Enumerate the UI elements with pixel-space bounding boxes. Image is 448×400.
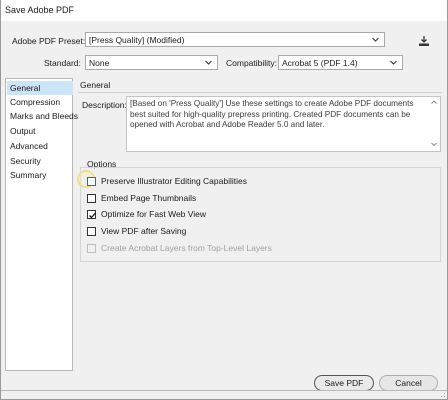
preset-dropdown[interactable]: [Press Quality] (Modified) — [85, 32, 385, 47]
bottom-divider — [0, 390, 448, 391]
section-heading: General — [80, 80, 111, 90]
option-label: Embed Page Thumbnails — [101, 193, 197, 203]
save-pdf-button[interactable]: Save PDF — [314, 375, 374, 391]
preserve-editing-checkbox[interactable] — [87, 177, 96, 186]
resize-grip-icon[interactable] — [438, 390, 446, 398]
option-label: Preserve Illustrator Editing Capabilitie… — [101, 176, 247, 186]
title-bar: Save Adobe PDF — [0, 0, 448, 21]
sidebar-item-security[interactable]: Security — [7, 154, 73, 168]
chevron-down-icon — [372, 36, 379, 43]
option-label: Optimize for Fast Web View — [101, 209, 207, 219]
create-layers-checkbox — [87, 244, 96, 253]
sidebar-item-label: Advanced — [10, 141, 48, 151]
sidebar-item-label: Compression — [10, 97, 61, 107]
chevron-down-icon — [390, 59, 397, 66]
chevron-down-icon — [205, 59, 212, 66]
cancel-button[interactable]: Cancel — [379, 375, 438, 391]
window-title: Save Adobe PDF — [5, 5, 75, 15]
sidebar-item-marks-and-bleeds[interactable]: Marks and Bleeds — [7, 109, 78, 123]
view-after-saving-checkbox[interactable] — [87, 227, 96, 236]
category-sidebar: General Compression Marks and Bleeds Out… — [5, 78, 78, 371]
compatibility-dropdown[interactable]: Acrobat 5 (PDF 1.4) — [278, 55, 403, 70]
embed-thumbnails-checkbox[interactable] — [87, 194, 96, 203]
sidebar-item-general[interactable]: General — [7, 81, 73, 95]
option-label: Create Acrobat Layers from Top-Level Lay… — [101, 243, 272, 253]
preset-value: [Press Quality] (Modified) — [89, 35, 185, 45]
sidebar-item-advanced[interactable]: Advanced — [7, 139, 73, 153]
sidebar-item-label: Marks and Bleeds — [10, 111, 79, 121]
compatibility-label: Compatibility: — [226, 58, 278, 68]
compatibility-value: Acrobat 5 (PDF 1.4) — [282, 58, 358, 68]
sidebar-item-summary[interactable]: Summary — [7, 168, 73, 182]
standard-value: None — [89, 58, 110, 68]
sidebar-item-compression[interactable]: Compression — [7, 95, 73, 109]
description-textarea[interactable]: [Based on 'Press Quality'] Use these set… — [126, 96, 441, 152]
sidebar-item-label: Security — [10, 156, 41, 166]
save-preset-icon[interactable] — [417, 35, 431, 47]
description-text: [Based on 'Press Quality'] Use these set… — [130, 99, 414, 129]
scroll-down-arrow-icon — [431, 142, 437, 147]
fast-web-view-checkbox[interactable] — [87, 210, 96, 219]
checkmark-icon — [89, 212, 96, 219]
section-divider — [78, 92, 442, 93]
scroll-up-arrow-icon — [431, 100, 437, 104]
description-scrollbar[interactable] — [428, 97, 440, 151]
option-label: View PDF after Saving — [101, 226, 187, 236]
sidebar-item-label: General — [10, 83, 41, 93]
sidebar-item-label: Summary — [10, 170, 47, 180]
standard-label: Standard: — [44, 58, 81, 68]
sidebar-item-label: Output — [10, 126, 36, 136]
preset-label: Adobe PDF Preset: — [12, 36, 86, 46]
sidebar-item-output[interactable]: Output — [7, 124, 73, 138]
description-label: Description: — [82, 100, 127, 110]
standard-dropdown[interactable]: None — [85, 55, 218, 70]
